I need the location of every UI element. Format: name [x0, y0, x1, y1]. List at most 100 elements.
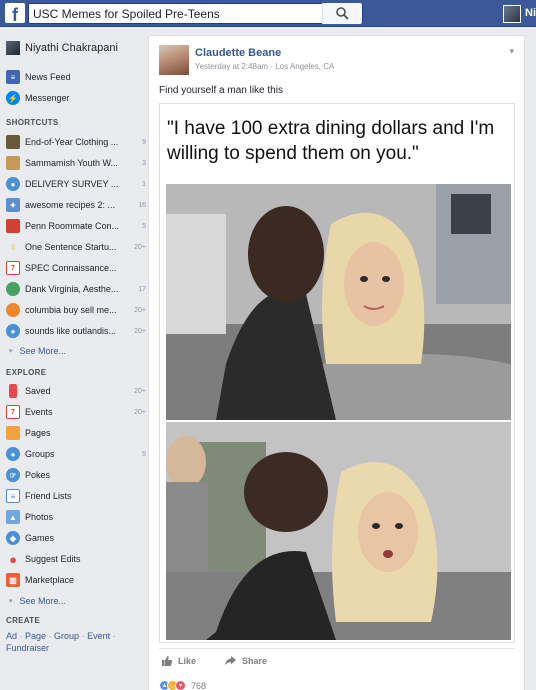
sidebar-item-events[interactable]: 7 Events 20+	[6, 403, 146, 421]
like-button[interactable]: Like	[161, 655, 196, 667]
notification-count: 17	[138, 285, 146, 293]
post-timestamp[interactable]: Yesterday at 2:48am	[195, 62, 268, 71]
sidebar-item-suggest-edits[interactable]: ● Suggest Edits	[6, 550, 146, 568]
sidebar-item-label: Sammamish Youth W...	[25, 158, 119, 168]
share-button[interactable]: Share	[224, 655, 267, 667]
profile-link[interactable]: Niyathi Chakrapani	[6, 41, 118, 55]
notification-count: 16	[138, 201, 146, 209]
explore-heading: EXPLORE	[6, 368, 47, 377]
bookmark-icon	[9, 384, 17, 398]
sidebar-item-shortcut[interactable]: ✦ awesome recipes 2: ... 16	[6, 196, 146, 214]
sidebar-item-label: Suggest Edits	[25, 554, 81, 564]
search-button[interactable]	[322, 3, 362, 24]
sidebar-item-shortcut[interactable]: ● sounds like outlandis... 20+	[6, 322, 146, 340]
user-name-link[interactable]: Niy	[525, 7, 536, 19]
sidebar-item-label: SPEC Connaissance...	[25, 263, 117, 273]
create-separator: ·	[79, 631, 88, 641]
groups-icon: ●	[6, 447, 20, 461]
post-card: Claudette Beane Yesterday at 2:48am · Lo…	[148, 35, 525, 690]
create-fundraiser-link[interactable]: Fundraiser	[6, 643, 49, 653]
sidebar-item-shortcut[interactable]: Dank Virginia, Aesthe... 17	[6, 280, 146, 298]
chevron-down-icon: ▾	[9, 598, 13, 605]
create-page-link[interactable]: Page	[25, 631, 46, 641]
search-input[interactable]	[33, 5, 323, 22]
create-heading: CREATE	[6, 616, 41, 625]
sidebar-item-label: awesome recipes 2: ...	[25, 200, 116, 210]
basketball-icon	[6, 303, 20, 317]
create-separator: ·	[17, 631, 26, 641]
sidebar-item-label: Dank Virginia, Aesthe...	[25, 284, 119, 294]
notification-count: 20+	[134, 327, 146, 335]
sidebar-item-label: End-of-Year Clothing ...	[25, 137, 119, 147]
lightbulb-icon: ♀	[8, 240, 18, 254]
messenger-icon: ⚡	[6, 91, 20, 105]
sidebar-item-label: Groups	[25, 449, 55, 459]
sidebar-item-pages[interactable]: Pages	[6, 424, 146, 442]
search-icon	[336, 7, 349, 20]
sidebar-item-label: sounds like outlandis...	[25, 326, 117, 336]
sidebar-item-label: News Feed	[25, 72, 71, 82]
search-box[interactable]	[28, 3, 363, 24]
sidebar-item-label: Saved	[25, 386, 51, 396]
sidebar-item-label: Marketplace	[25, 575, 75, 585]
sidebar-item-games[interactable]: ◆ Games	[6, 529, 146, 547]
facebook-logo-icon[interactable]: f	[5, 3, 25, 23]
reaction-count: 768	[191, 680, 207, 690]
author-avatar[interactable]	[159, 45, 189, 75]
sidebar-item-shortcut[interactable]: ♀ One Sentence Startu... 20+	[6, 238, 147, 256]
sidebar-item-shortcut[interactable]: 7 SPEC Connaissance...	[6, 259, 146, 277]
create-group-link[interactable]: Group	[54, 631, 79, 641]
see-more-explore-link[interactable]: ▾ See More...	[9, 596, 66, 606]
sidebar-item-news-feed[interactable]: ≡ News Feed	[6, 68, 146, 86]
news-feed-icon: ≡	[6, 70, 20, 84]
chevron-down-icon: ▾	[9, 348, 13, 355]
see-more-label: See More...	[19, 596, 67, 606]
share-label: Share	[242, 655, 268, 666]
photo-illustration	[166, 422, 511, 640]
notification-count: 20+	[134, 387, 146, 395]
see-more-shortcuts-link[interactable]: ▾ See More...	[9, 346, 66, 356]
post-location[interactable]: Los Angeles, CA	[275, 62, 334, 71]
sidebar-item-shortcut[interactable]: Penn Roommate Con... 5	[6, 217, 146, 235]
sidebar-item-messenger[interactable]: ⚡ Messenger	[6, 89, 146, 107]
sidebar-item-shortcut[interactable]: Sammamish Youth W... 3	[6, 154, 146, 172]
notification-count: 5	[142, 222, 146, 230]
sidebar-item-photos[interactable]: ▲ Photos	[6, 508, 146, 526]
create-ad-link[interactable]: Ad	[6, 631, 17, 641]
sidebar-item-label: One Sentence Startu...	[25, 242, 117, 252]
sidebar-item-shortcut[interactable]: ● DELIVERY SURVEY ... 1	[6, 175, 146, 193]
sidebar-item-marketplace[interactable]: ▥ Marketplace	[6, 571, 146, 589]
poke-icon: ☞	[6, 468, 20, 482]
sidebar-item-groups[interactable]: ● Groups 5	[6, 445, 146, 463]
post-author-name[interactable]: Claudette Beane	[195, 47, 281, 59]
user-avatar[interactable]	[503, 5, 521, 23]
groups-icon: ●	[6, 324, 20, 338]
shortcuts-heading: SHORTCUTS	[6, 118, 59, 127]
sidebar-item-label: Games	[25, 533, 55, 543]
sidebar-item-label: Pages	[25, 428, 51, 438]
sidebar-item-saved[interactable]: Saved 20+	[6, 382, 146, 400]
reaction-summary[interactable]: ▲ ◡ ♥ 768	[159, 680, 206, 690]
post-meta: Yesterday at 2:48am · Los Angeles, CA	[195, 62, 334, 71]
sidebar-item-label: Pokes	[25, 470, 51, 480]
globe-icon	[6, 282, 20, 296]
sidebar-item-label: Events	[25, 407, 53, 417]
post-options-chevron-icon[interactable]: ▾	[509, 46, 514, 57]
sidebar-item-shortcut[interactable]: End-of-Year Clothing ... 9	[6, 133, 146, 151]
notification-count: 1	[142, 180, 146, 188]
sidebar-item-label: DELIVERY SURVEY ...	[25, 179, 119, 189]
groups-icon: ●	[6, 177, 20, 191]
notification-count: 20+	[134, 243, 146, 251]
create-event-link[interactable]: Event	[87, 631, 110, 641]
photo-icon: ▲	[6, 510, 20, 524]
notification-count: 9	[142, 138, 146, 146]
post-image[interactable]: "I have 100 extra dining dollars and I'm…	[159, 103, 515, 643]
sidebar-item-pokes[interactable]: ☞ Pokes	[6, 466, 146, 484]
calendar-icon: 7	[6, 261, 20, 275]
sidebar-item-shortcut[interactable]: columbia buy sell me... 20+	[6, 301, 146, 319]
notification-count: 20+	[134, 408, 146, 416]
sidebar-item-friend-lists[interactable]: ≡ Friend Lists	[6, 487, 146, 505]
sidebar-item-label: columbia buy sell me...	[25, 305, 117, 315]
sidebar-item-label: Penn Roommate Con...	[25, 221, 120, 231]
left-sidebar: Niyathi Chakrapani ≡ News Feed ⚡ Messeng…	[0, 27, 148, 690]
